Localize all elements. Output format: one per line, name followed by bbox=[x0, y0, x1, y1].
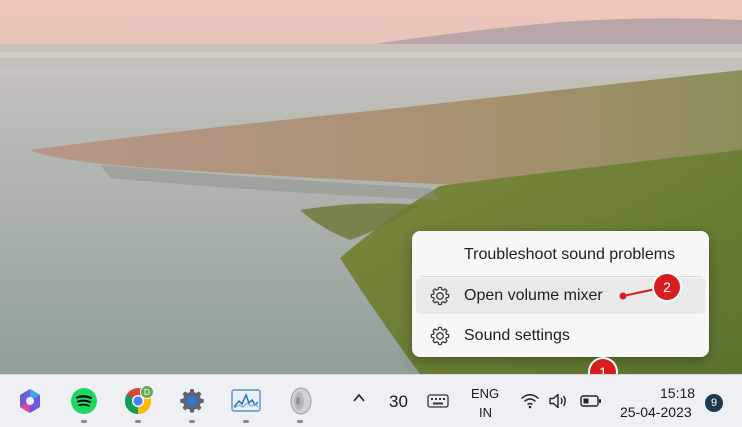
running-indicator bbox=[243, 420, 249, 423]
input-language-line2[interactable]: IN bbox=[479, 405, 492, 420]
chrome-icon[interactable]: D bbox=[122, 385, 154, 423]
chevron-up-icon bbox=[353, 393, 365, 402]
menu-item-label: Open volume mixer bbox=[464, 287, 603, 304]
taskbar: D 30 ENG IN 15:18 25-04-2023 9 bbox=[0, 374, 742, 427]
menu-item-label: Troubleshoot sound problems bbox=[464, 246, 676, 263]
copilot-icon[interactable] bbox=[14, 385, 46, 417]
input-language-line1[interactable]: ENG bbox=[471, 386, 499, 401]
clock-date[interactable]: 25-04-2023 bbox=[620, 404, 692, 420]
menu-item-label: Sound settings bbox=[464, 327, 570, 344]
running-indicator bbox=[297, 420, 303, 423]
menu-item-troubleshoot-sound[interactable]: Troubleshoot sound problems bbox=[416, 237, 705, 273]
weather-widget[interactable]: 30 bbox=[389, 392, 408, 412]
spotify-icon[interactable] bbox=[68, 385, 100, 423]
battery-icon[interactable] bbox=[580, 394, 602, 413]
show-hidden-icons-chevron[interactable] bbox=[352, 391, 366, 410]
svg-text:D: D bbox=[144, 387, 150, 397]
gear-icon bbox=[430, 286, 450, 306]
resource-monitor-icon[interactable] bbox=[230, 385, 262, 423]
wifi-icon[interactable] bbox=[520, 392, 540, 415]
notification-badge[interactable]: 9 bbox=[705, 394, 723, 412]
running-indicator bbox=[81, 420, 87, 423]
clock-time[interactable]: 15:18 bbox=[660, 385, 695, 401]
callout-badge-2: 2 bbox=[654, 274, 680, 300]
menu-item-sound-settings[interactable]: Sound settings bbox=[416, 318, 705, 354]
settings-gear-icon[interactable] bbox=[176, 385, 208, 423]
running-indicator bbox=[135, 420, 141, 423]
volume-icon[interactable] bbox=[548, 392, 568, 415]
touch-keyboard-icon[interactable] bbox=[427, 393, 449, 414]
gear-icon bbox=[430, 326, 450, 346]
running-indicator bbox=[189, 420, 195, 423]
speaker-app-icon[interactable] bbox=[284, 385, 316, 423]
